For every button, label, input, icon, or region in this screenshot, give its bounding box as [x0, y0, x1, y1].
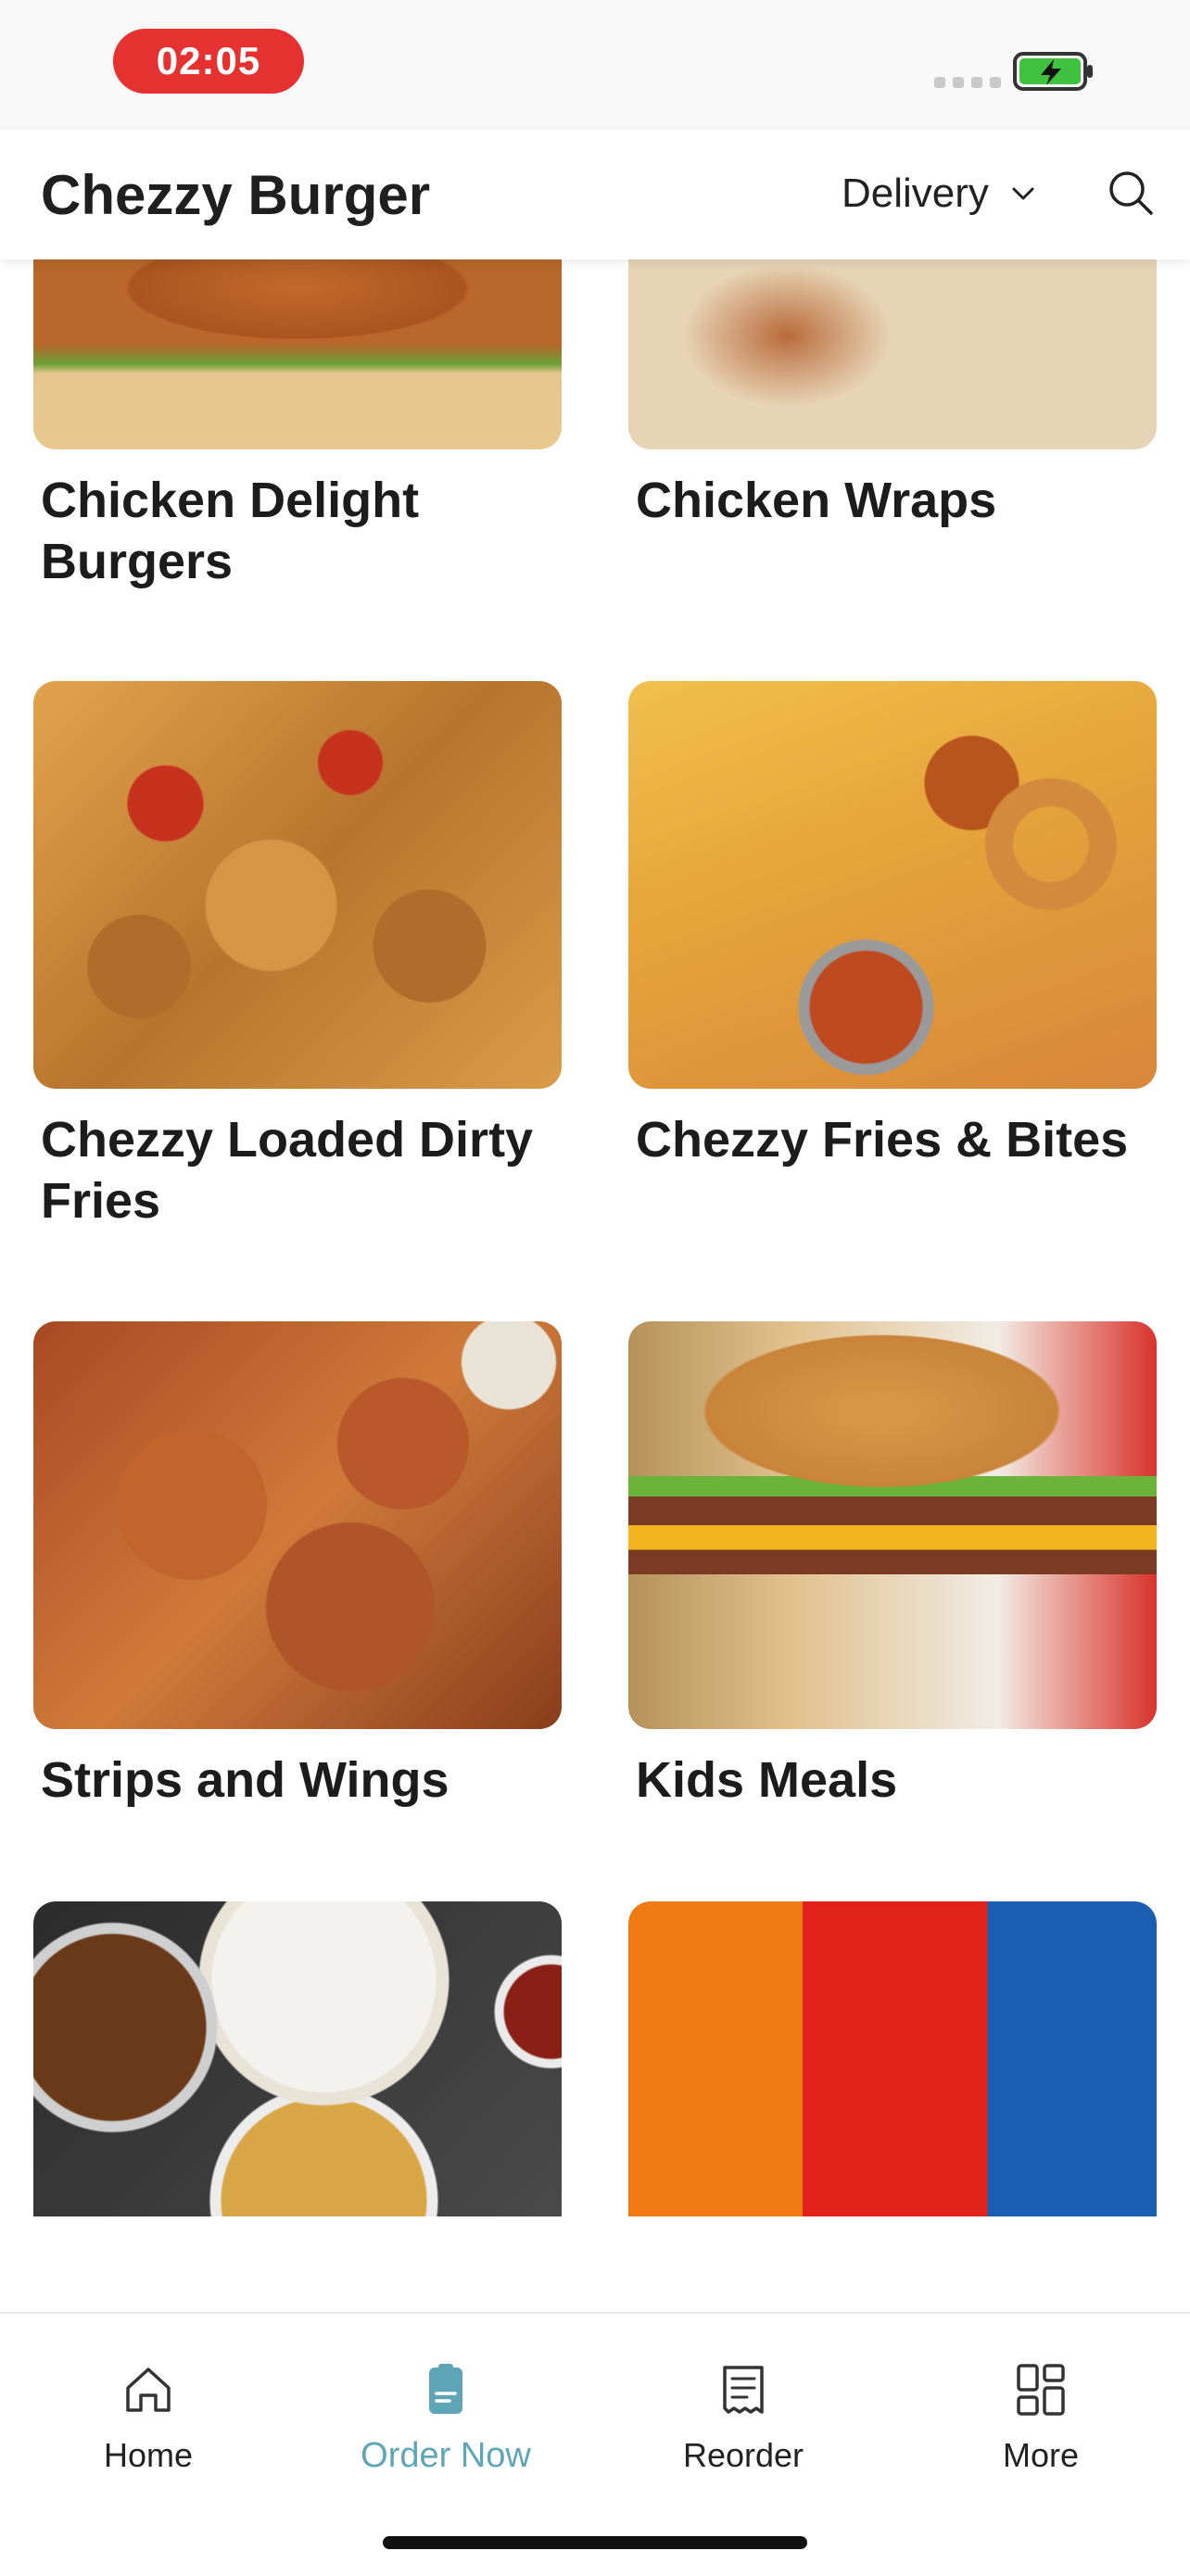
category-card-sauces[interactable] [33, 1901, 562, 2216]
category-name: Chicken Delight Burgers [41, 473, 420, 589]
order-icon [429, 2364, 462, 2414]
order-mode-label: Delivery [842, 170, 989, 216]
home-icon [126, 2368, 171, 2412]
category-image [628, 681, 1157, 1089]
tab-home[interactable]: Home [37, 2360, 260, 2475]
tab-label: Order Now [361, 2436, 531, 2475]
menu-category-grid: Chicken Delight Burgers Chicken Wraps Ch… [0, 259, 1190, 2312]
category-card-fries-and-bites[interactable]: Chezzy Fries & Bites [628, 681, 1157, 1170]
status-bar: 02:05 [0, 0, 1190, 130]
tab-label: Reorder [682, 2436, 804, 2474]
category-name: Strips and Wings [41, 1752, 449, 1808]
category-card-chicken-wraps[interactable]: Chicken Wraps [628, 259, 1157, 531]
category-image [33, 259, 562, 449]
chevron-down-icon [1012, 187, 1034, 200]
status-time: 02:05 [113, 29, 304, 94]
category-image [628, 1901, 1157, 2216]
home-indicator [383, 2536, 807, 2549]
signal-icon [934, 77, 1001, 88]
category-name: Kids Meals [636, 1752, 898, 1808]
category-image [33, 1901, 562, 2216]
category-card-kids-meals[interactable]: Kids Meals [628, 1321, 1157, 1811]
tab-order-now[interactable]: Order Now [335, 2360, 557, 2476]
battery-charging-icon [1013, 52, 1093, 91]
category-card-chicken-delight-burgers[interactable]: Chicken Delight Burgers [33, 259, 562, 592]
category-card-loaded-dirty-fries[interactable]: Chezzy Loaded Dirty Fries [33, 681, 562, 1231]
tab-label: More [1002, 2436, 1080, 2474]
order-mode-select[interactable]: Delivery [842, 170, 1037, 217]
tab-label: Home [103, 2436, 194, 2474]
tab-reorder[interactable]: Reorder [632, 2360, 855, 2475]
app-header: Chezzy Burger Delivery [0, 130, 1190, 259]
app-title: Chezzy Burger [41, 164, 431, 226]
category-image [628, 1321, 1157, 1729]
category-image [33, 1321, 562, 1729]
category-image [33, 681, 562, 1089]
grid-icon [1017, 2364, 1065, 2416]
search-icon[interactable] [1105, 167, 1157, 219]
category-card-drinks[interactable] [628, 1901, 1157, 2216]
category-image [628, 259, 1157, 449]
tab-more[interactable]: More [930, 2360, 1152, 2475]
receipt-icon [723, 2366, 764, 2414]
category-name: Chezzy Fries & Bites [636, 1112, 1129, 1168]
category-card-strips-and-wings[interactable]: Strips and Wings [33, 1321, 562, 1811]
category-name: Chezzy Loaded Dirty Fries [41, 1112, 534, 1229]
category-name: Chicken Wraps [636, 473, 997, 528]
